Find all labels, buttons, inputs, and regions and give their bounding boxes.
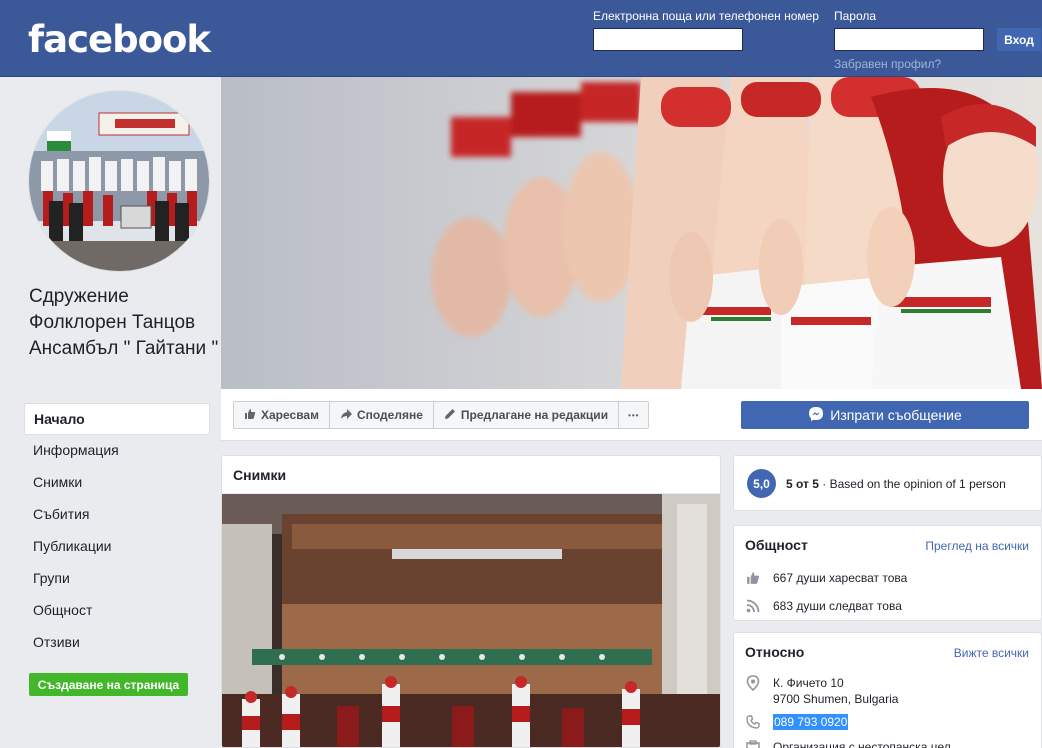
- photos-card: Снимки: [221, 455, 721, 748]
- about-title: Относно: [745, 644, 805, 660]
- facebook-logo[interactable]: facebook: [28, 18, 211, 61]
- more-options-button[interactable]: •••: [619, 402, 648, 428]
- nav-item-reviews[interactable]: Отзиви: [24, 627, 210, 659]
- rating-out-of: 5 от 5: [786, 477, 819, 491]
- send-message-button[interactable]: Изпрати съобщение: [741, 401, 1029, 429]
- community-see-all-link[interactable]: Преглед на всички: [925, 539, 1029, 553]
- page-title: Сдружение Фолклорен Танцов Ансамбъл " Га…: [29, 286, 219, 359]
- community-card: Общност Преглед на всички 667 души харес…: [733, 525, 1042, 621]
- address-line-2: 9700 Shumen, Bulgaria: [773, 692, 899, 706]
- email-label: Електронна поща или телефонен номер: [593, 9, 819, 23]
- address-row[interactable]: К. Фичето 10 9700 Shumen, Bulgaria: [745, 675, 898, 707]
- email-input[interactable]: [593, 28, 743, 51]
- forgot-account-link[interactable]: Забравен профил?: [834, 57, 941, 71]
- category-row: Организация с нестопанска цел: [745, 739, 951, 748]
- create-page-button[interactable]: Създаване на страница: [29, 673, 188, 696]
- rating-basis: Based on the opinion of 1 person: [829, 477, 1006, 491]
- share-arrow-icon: [340, 408, 352, 423]
- cover-photo[interactable]: [221, 77, 1042, 389]
- about-card: Относно Вижте всички К. Фичето 10 9700 S…: [733, 632, 1042, 748]
- likes-row: 667 души харесват това: [745, 570, 907, 586]
- community-title: Общност: [745, 537, 808, 553]
- pencil-icon: [444, 408, 456, 423]
- messenger-icon: [808, 406, 824, 425]
- nav-item-events[interactable]: Събития: [24, 499, 210, 531]
- phone-icon: [745, 714, 761, 730]
- nav-item-info[interactable]: Информация: [24, 435, 210, 467]
- action-button-group: Харесвам Споделяне Предлагане на редакци…: [233, 401, 650, 429]
- follows-row: 683 души следват това: [745, 598, 902, 614]
- phone-row[interactable]: 089 793 0920: [745, 714, 849, 730]
- follows-count: 683 души следват това: [773, 599, 902, 613]
- map-pin-icon: [745, 675, 761, 691]
- profile-picture[interactable]: [28, 90, 210, 272]
- share-label: Споделяне: [356, 408, 423, 422]
- page-action-bar: Харесвам Споделяне Предлагане на редакци…: [221, 389, 1042, 441]
- nav-item-photos[interactable]: Снимки: [24, 467, 210, 499]
- address-line-1: К. Фичето 10: [773, 676, 844, 690]
- phone-number[interactable]: 089 793 0920: [773, 714, 849, 730]
- suggest-edits-label: Предлагане на редакции: [460, 408, 609, 422]
- nav-item-groups[interactable]: Групи: [24, 563, 210, 595]
- send-message-label: Изпрати съобщение: [830, 407, 962, 423]
- page-navigation: Начало Информация Снимки Събития Публика…: [24, 403, 210, 659]
- share-button[interactable]: Споделяне: [330, 402, 434, 428]
- photo-thumbnail[interactable]: [222, 494, 720, 747]
- likes-count: 667 души харесват това: [773, 571, 908, 585]
- category-text: Организация с нестопанска цел: [773, 740, 951, 748]
- rating-card: 5,0 5 от 5 · Based on the opinion of 1 p…: [733, 455, 1042, 511]
- about-see-all-link[interactable]: Вижте всички: [954, 646, 1029, 660]
- thumbs-up-icon: [745, 570, 761, 586]
- more-dots-icon: •••: [628, 410, 640, 420]
- suggest-edits-button[interactable]: Предлагане на редакции: [434, 402, 620, 428]
- thumbs-up-icon: [244, 408, 256, 423]
- like-button[interactable]: Харесвам: [234, 402, 330, 428]
- rss-follow-icon: [745, 598, 761, 614]
- top-bar: facebook Електронна поща или телефонен н…: [0, 0, 1042, 77]
- like-label: Харесвам: [261, 408, 319, 422]
- nav-item-community[interactable]: Общност: [24, 595, 210, 627]
- login-button[interactable]: Вход: [997, 28, 1041, 51]
- rating-score-badge: 5,0: [747, 469, 776, 498]
- password-input[interactable]: [834, 28, 984, 51]
- nav-item-home[interactable]: Начало: [24, 403, 210, 435]
- nav-item-posts[interactable]: Публикации: [24, 531, 210, 563]
- rating-summary[interactable]: 5 от 5 · Based on the opinion of 1 perso…: [786, 477, 1006, 491]
- password-label: Парола: [834, 9, 877, 23]
- rating-separator: ·: [822, 477, 827, 491]
- photos-card-title[interactable]: Снимки: [222, 456, 720, 494]
- category-icon: [745, 739, 761, 748]
